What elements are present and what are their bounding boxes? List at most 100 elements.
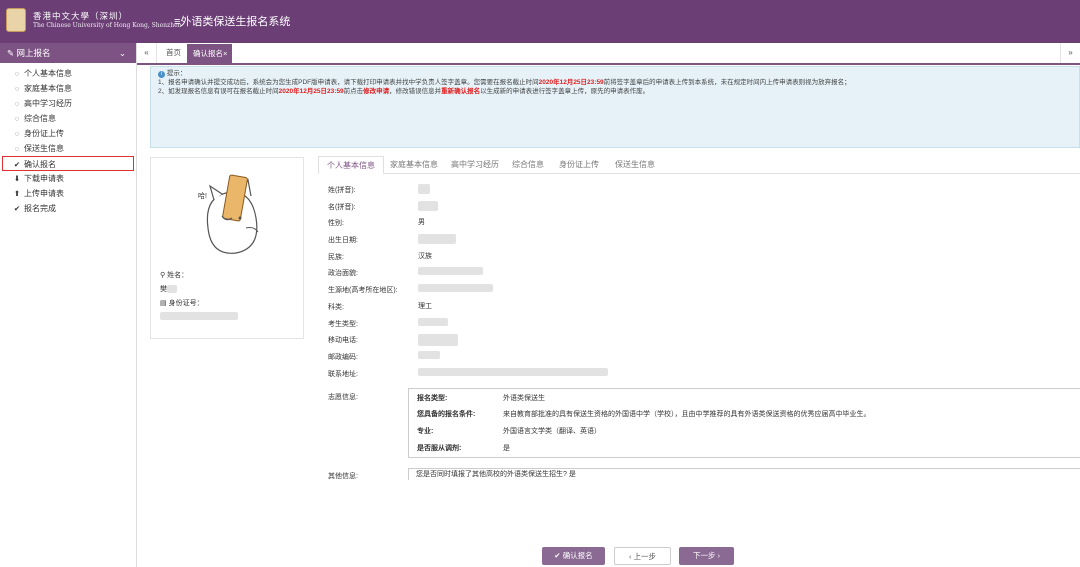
field-origin-region: 生源地(高考所在地区): — [328, 284, 493, 295]
sidebar: ✎ 网上报名 ⌄ ◌ 个人基本信息 ◌ 家庭基本信息 ◌ 高中学习经历 ◌ 综合信息 ◌… — [0, 43, 137, 567]
svg-text:哈!: 哈! — [198, 191, 207, 200]
sidebar-item-label: 保送生信息 — [24, 144, 64, 153]
chevron-left-icon: ‹ — [628, 552, 632, 561]
sidebar-item-label: 上传申请表 — [24, 189, 64, 198]
gear-icon: ◌ — [14, 84, 20, 93]
sidebar-item-id-upload[interactable]: ◌ 身份证上传 — [0, 126, 136, 141]
other-box: 您是否同时填报了其他高校的外语类保送生招生? 是 — [408, 468, 1080, 480]
tab-scroll-right-icon[interactable]: » — [1060, 43, 1080, 63]
profile-id-value — [160, 312, 238, 320]
close-icon[interactable]: × — [223, 49, 227, 58]
field-political-status: 政治面貌: — [328, 267, 483, 278]
sidebar-item-general-info[interactable]: ◌ 综合信息 — [0, 111, 136, 126]
profile-photo: 哈! — [198, 174, 259, 254]
main-content: 个人基本信息 家庭基本信息 高中学习经历 综合信息 身份证上传 保送生信息 姓(… — [318, 155, 1080, 565]
volunteer-condition: 您具备的报名条件: 来自教育部批准的具有保送生资格的外国语中学（学校），且由中学推… — [417, 411, 871, 418]
university-logo — [6, 8, 26, 32]
gear-icon: ◌ — [14, 69, 20, 78]
upload-icon: ⬆ — [13, 189, 21, 198]
tab-scroll-left-icon[interactable]: « — [137, 43, 157, 63]
gear-icon: ◌ — [14, 114, 20, 123]
download-icon: ⬇ — [13, 174, 21, 183]
edit-icon: ✎ — [7, 48, 15, 58]
tab-general-info[interactable]: 综合信息 — [512, 159, 544, 170]
info-tabs: 个人基本信息 家庭基本信息 高中学习经历 综合信息 身份证上传 保送生信息 — [318, 155, 1080, 175]
volunteer-box: 报名类型: 外语类保送生 您具备的报名条件: 来自教育部批准的具有保送生资格的外国语… — [408, 388, 1080, 458]
sidebar-item-family-info[interactable]: ◌ 家庭基本信息 — [0, 81, 136, 96]
confirm-button[interactable]: ✔ 确认报名 — [542, 547, 605, 565]
tab-high-school[interactable]: 高中学习经历 — [451, 159, 499, 170]
field-postcode: 邮政编码: — [328, 351, 440, 362]
sidebar-item-label: 确认报名 — [24, 160, 56, 169]
prev-button[interactable]: ‹ 上一步 — [614, 547, 671, 565]
sidebar-item-complete[interactable]: ✔ 报名完成 — [0, 201, 136, 216]
chevron-right-icon: › — [717, 551, 721, 560]
sidebar-item-label: 综合信息 — [24, 114, 56, 123]
tab-family-info[interactable]: 家庭基本信息 — [390, 159, 438, 170]
profile-card: 哈! ⚲ 姓名： 樊 ▤ 身份证号： — [150, 157, 304, 339]
sidebar-item-label: 报名完成 — [24, 204, 56, 213]
tab-recommend-info[interactable]: 保送生信息 — [615, 159, 655, 170]
sidebar-item-label: 下载申请表 — [24, 174, 64, 183]
chevron-down-icon[interactable]: ⌄ — [119, 43, 126, 63]
tab-label: 确认报名 — [193, 49, 223, 58]
modify-link: 修改申请 — [363, 88, 390, 95]
notice-panel: i 提示： 1、报名申请确认并提交成功后，系统会为您生成PDF版申请表，请下载打… — [150, 66, 1080, 148]
deadline-text: 2020年12月25日23:59 — [538, 79, 604, 86]
volunteer-type: 报名类型: 外语类保送生 — [417, 395, 545, 402]
university-name-en: The Chinese University of Hong Kong, She… — [33, 22, 182, 29]
tab-personal-info[interactable]: 个人基本信息 — [318, 156, 384, 175]
notice-line-2: 2、如发现报名信息有误可在报名截止时间2020年12月25日23:59前点击修改… — [158, 88, 650, 95]
profile-name-value: 樊 — [160, 284, 177, 294]
sidebar-item-personal-info[interactable]: ◌ 个人基本信息 — [0, 66, 136, 81]
system-title[interactable]: ≡外语类保送生报名系统 — [174, 13, 290, 29]
field-surname: 姓(拼音): — [328, 184, 430, 195]
sidebar-title: 网上报名 — [16, 48, 51, 58]
volunteer-major: 专业: 外国语言文学类（翻译、英语） — [417, 428, 601, 435]
tab-id-upload[interactable]: 身份证上传 — [559, 159, 599, 170]
notice-line-1: 1、报名申请确认并提交成功后，系统会为您生成PDF版申请表，请下载打印申请表并找… — [158, 79, 851, 86]
field-ethnicity: 民族: 汉族 — [328, 253, 432, 261]
gear-icon: ◌ — [14, 144, 20, 153]
sidebar-item-label: 家庭基本信息 — [24, 84, 72, 93]
next-button[interactable]: 下一步 › — [679, 547, 734, 565]
system-title-text: 外语类保送生报名系统 — [180, 16, 291, 28]
university-name-cn: 香港中文大學（深圳） — [33, 12, 129, 22]
other-label: 其他信息: — [328, 473, 358, 480]
other-question: 您是否同时填报了其他高校的外语类保送生招生? — [416, 471, 567, 478]
sidebar-item-download-form[interactable]: ⬇ 下载申请表 — [0, 171, 136, 186]
check-icon: ✔ — [554, 551, 561, 560]
volunteer-label: 志愿信息: — [328, 394, 358, 401]
field-category: 科类: 理工 — [328, 303, 432, 311]
sidebar-item-recommend-info[interactable]: ◌ 保送生信息 — [0, 141, 136, 156]
gear-icon: ◌ — [14, 99, 20, 108]
user-icon: ⚲ — [160, 272, 166, 279]
sidebar-item-upload-form[interactable]: ⬆ 上传申请表 — [0, 186, 136, 201]
reconfirm-link: 重新确认报名 — [441, 88, 481, 95]
field-mobile: 移动电话: — [328, 334, 458, 346]
sidebar-header[interactable]: ✎ 网上报名 ⌄ — [0, 43, 136, 63]
id-card-icon: ▤ — [160, 300, 167, 307]
check-icon: ✔ — [13, 204, 21, 213]
sidebar-item-label: 身份证上传 — [24, 129, 64, 138]
field-gender: 性别: 男 — [328, 219, 425, 227]
field-birth-date: 出生日期: — [328, 234, 456, 245]
field-candidate-type: 考生类型: — [328, 318, 448, 329]
volunteer-adjust: 是否服从调剂: 是 — [417, 445, 510, 452]
sidebar-item-high-school[interactable]: ◌ 高中学习经历 — [0, 96, 136, 111]
gear-icon: ◌ — [14, 129, 20, 138]
other-answer: 是 — [568, 471, 576, 478]
profile-name-label: ⚲ 姓名： — [160, 272, 189, 279]
field-address: 联系地址: — [328, 368, 608, 379]
sidebar-item-confirm[interactable]: ✔ 确认报名 — [2, 156, 134, 171]
notice-title: 提示： — [166, 70, 187, 77]
tab-home[interactable]: 首页 — [161, 43, 186, 63]
sidebar-item-label: 个人基本信息 — [24, 69, 72, 78]
tab-confirm[interactable]: 确认报名× — [187, 44, 232, 63]
check-icon: ✔ — [13, 160, 21, 169]
deadline-text: 2020年12月25日23:59 — [278, 88, 344, 95]
field-given-name: 名(拼音): — [328, 201, 438, 212]
info-icon: i — [158, 71, 165, 78]
top-header: 香港中文大學（深圳） The Chinese University of Hon… — [0, 0, 1080, 43]
sidebar-item-label: 高中学习经历 — [24, 99, 72, 108]
